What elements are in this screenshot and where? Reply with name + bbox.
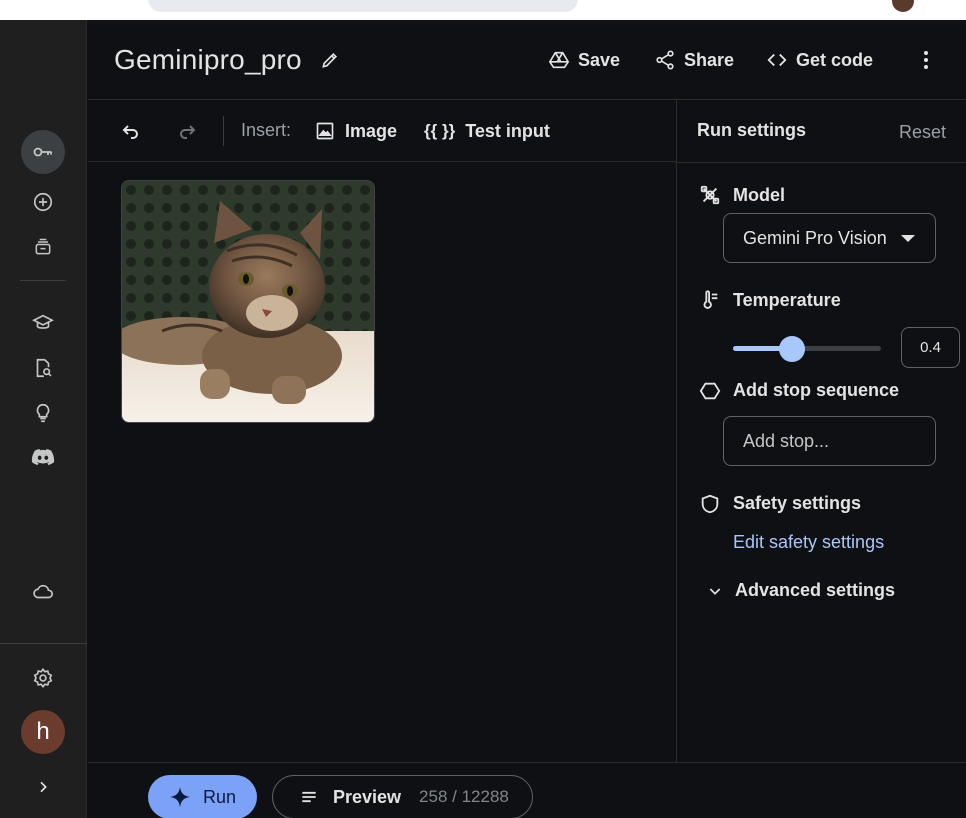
docs-search-icon [36, 358, 52, 378]
kitten-image [122, 181, 374, 422]
run-label: Run [202, 786, 237, 807]
more-options-button[interactable] [916, 48, 936, 72]
token-count: 258 / 12288 [419, 787, 509, 806]
save-button[interactable]: Save [548, 46, 620, 74]
run-settings-panel: Run settings Reset Model Gemini Pro Visi… [676, 100, 966, 762]
add-icon [33, 192, 53, 212]
insert-label: Insert: [241, 120, 292, 140]
share-icon [656, 50, 674, 70]
header: Geminipro_pro Save Share Get code [88, 20, 966, 100]
save-label: Save [578, 49, 621, 70]
test-input-label: Test input [465, 120, 550, 141]
prompt-canvas[interactable] [88, 163, 676, 761]
reset-button[interactable]: Reset [899, 122, 946, 143]
prompt-gallery-button[interactable] [21, 391, 65, 435]
address-bar[interactable] [148, 0, 578, 12]
advanced-settings-label: Advanced settings [735, 580, 896, 600]
settings-icon [33, 667, 53, 689]
preview-label: Preview [333, 786, 402, 807]
edit-safety-settings-link[interactable]: Edit safety settings [733, 532, 884, 553]
model-value: Gemini Pro Vision [743, 227, 887, 248]
image-icon [316, 122, 334, 140]
library-icon [35, 238, 51, 255]
left-rail: h [0, 20, 87, 818]
braces-icon: {{ }} [424, 121, 456, 140]
hexagon-icon [699, 382, 721, 400]
code-icon [767, 53, 787, 67]
panel-divider [677, 162, 966, 163]
thermometer-icon [703, 290, 718, 309]
stop-sequence-input[interactable] [723, 416, 936, 466]
run-settings-title: Run settings [697, 120, 807, 140]
get-code-button[interactable]: Get code [766, 46, 873, 74]
redo-icon[interactable] [175, 119, 199, 143]
temperature-label: Temperature [733, 290, 841, 310]
discord-button[interactable] [21, 436, 65, 480]
rail-divider [20, 280, 66, 281]
temperature-slider[interactable] [733, 336, 881, 362]
chevron-down-icon [709, 587, 721, 595]
advanced-settings-toggle[interactable]: Advanced settings [707, 580, 895, 601]
stop-sequence-label: Add stop sequence [733, 380, 900, 400]
rail-bottom-divider [0, 643, 87, 644]
share-label: Share [684, 49, 735, 70]
safety-settings-label: Safety settings [733, 493, 862, 513]
image-label: Image [345, 120, 398, 141]
page-title: Geminipro_pro [114, 44, 302, 75]
settings-button[interactable] [21, 656, 65, 700]
discord-icon [31, 449, 55, 466]
share-button[interactable]: Share [654, 46, 734, 74]
expand-rail-button[interactable] [21, 765, 65, 809]
key-icon [33, 147, 52, 157]
lightbulb-icon [36, 403, 50, 423]
undo-icon[interactable] [119, 119, 143, 143]
drive-icon [548, 51, 570, 69]
model-select[interactable]: Gemini Pro Vision [723, 213, 936, 263]
browser-strip [0, 0, 966, 20]
preview-button[interactable]: Preview 258 / 12288 [272, 775, 533, 818]
cloud-icon [33, 584, 53, 599]
shield-icon [701, 494, 719, 514]
prompt-toolbar: Insert: Image {{ }} Test input [88, 100, 676, 162]
model-icon [700, 185, 720, 205]
get-code-label: Get code [796, 49, 874, 70]
chevron-right-icon [40, 781, 47, 793]
browser-profile-avatar[interactable] [892, 0, 914, 12]
bottom-bar: Run Preview 258 / 12288 [88, 762, 966, 818]
sparkle-icon [169, 786, 191, 808]
avatar[interactable]: h [21, 710, 65, 754]
temperature-value-input[interactable]: 0.4 [901, 327, 960, 368]
library-button[interactable] [21, 225, 65, 269]
model-label: Model [733, 185, 785, 205]
insert-image-button[interactable]: Image [315, 118, 397, 144]
docs-button[interactable] [21, 346, 65, 390]
more-vert-icon [924, 51, 928, 55]
avatar-letter: h [36, 718, 50, 745]
school-icon [32, 314, 54, 329]
caret-down-icon [901, 235, 915, 242]
api-key-button[interactable] [21, 130, 65, 174]
getting-started-button[interactable] [21, 301, 65, 345]
slider-thumb[interactable] [779, 336, 806, 362]
run-button[interactable]: Run [148, 775, 257, 818]
cloud-button[interactable] [21, 570, 65, 614]
insert-test-input-button[interactable]: {{ }} Test input [424, 118, 550, 144]
notes-icon [302, 791, 316, 803]
uploaded-image-kitten[interactable] [121, 180, 375, 423]
new-prompt-button[interactable] [21, 180, 65, 224]
pencil-icon[interactable] [320, 50, 340, 70]
toolbar-divider [223, 116, 224, 146]
